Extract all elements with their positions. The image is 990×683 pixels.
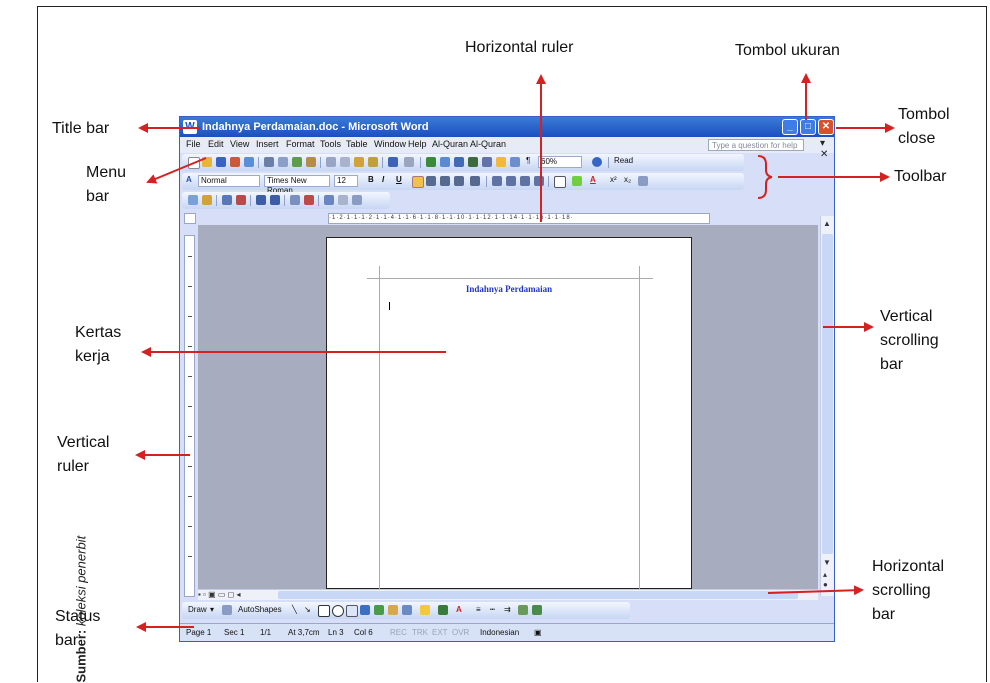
label-menu-bar-2: bar: [86, 188, 110, 205]
label-vertical-ruler-1: Vertical: [57, 434, 110, 451]
label-horizontal-ruler: Horizontal ruler: [465, 39, 574, 56]
label-kertas-kerja-1: Kertas: [75, 324, 122, 341]
label-status-bar-1: Status: [55, 608, 101, 625]
label-horizontal-scrolling-1: Horizontal: [872, 558, 945, 575]
label-tombol-close-1: Tombol: [898, 106, 950, 123]
label-horizontal-scrolling-3: bar: [872, 606, 896, 623]
arrow-menu-bar: [146, 157, 207, 184]
annotation-arrows: [135, 73, 895, 632]
toolbar-brace: [757, 155, 773, 199]
label-vertical-scrolling-2: scrolling: [880, 332, 939, 349]
label-status-bar-2: bar: [55, 632, 79, 649]
label-vertical-scrolling-1: Vertical: [880, 308, 933, 325]
label-menu-bar-1: Menu: [86, 164, 127, 181]
label-vertical-ruler-2: ruler: [57, 458, 90, 475]
label-kertas-kerja-2: kerja: [75, 348, 110, 365]
arrow-horizontal-scrolling: [767, 585, 864, 596]
label-tombol-ukuran: Tombol ukuran: [735, 42, 840, 59]
label-toolbar: Toolbar: [894, 168, 947, 185]
label-title-bar: Title bar: [52, 120, 110, 137]
label-tombol-close-2: close: [898, 130, 936, 147]
label-vertical-scrolling-3: bar: [880, 356, 904, 373]
label-horizontal-scrolling-2: scrolling: [872, 582, 931, 599]
